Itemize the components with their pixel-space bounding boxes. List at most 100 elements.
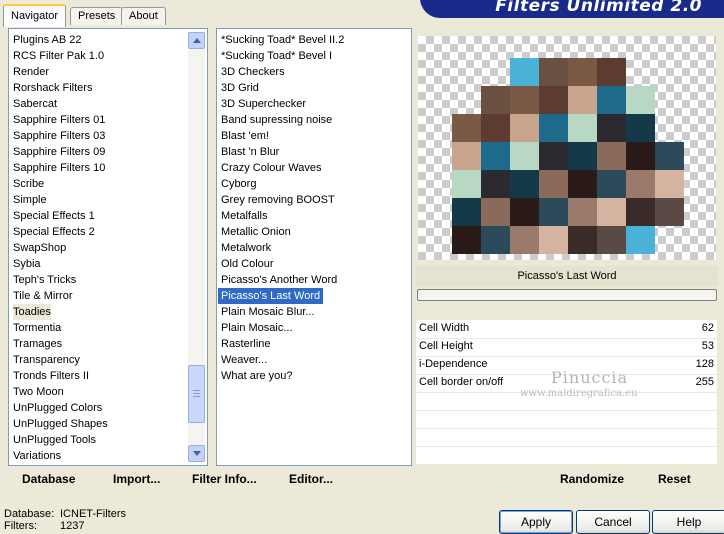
scroll-up-button[interactable]: [188, 32, 205, 49]
filter-item[interactable]: 3D Grid: [221, 80, 259, 96]
parameter-value[interactable]: 255: [696, 376, 714, 388]
status-filters: Filters: 1237: [4, 520, 84, 532]
mosaic-tile: [510, 58, 539, 86]
mosaic-tile: [539, 142, 568, 170]
category-item[interactable]: Simple: [13, 192, 47, 208]
filter-item[interactable]: Plain Mosaic Blur...: [221, 304, 315, 320]
category-item[interactable]: Sapphire Filters 09: [13, 144, 105, 160]
mosaic-tile: [626, 86, 655, 114]
mosaic-tile: [568, 226, 597, 254]
grip-icon: [193, 396, 200, 397]
mosaic-tile: [568, 170, 597, 198]
title-banner: Filters Unlimited 2.0: [420, 0, 724, 18]
category-item[interactable]: Tile & Mirror: [13, 288, 72, 304]
parameter-value[interactable]: 128: [696, 358, 714, 370]
status-database: Database: ICNET-Filters: [4, 508, 126, 520]
randomize-button[interactable]: Randomize: [560, 472, 624, 486]
category-item[interactable]: SwapShop: [13, 240, 66, 256]
mosaic-tile: [597, 142, 626, 170]
filter-item[interactable]: Grey removing BOOST: [221, 192, 335, 208]
scroll-thumb[interactable]: [188, 365, 205, 423]
filter-item[interactable]: Crazy Colour Waves: [221, 160, 321, 176]
mosaic-tile: [597, 114, 626, 142]
mosaic-tile: [481, 198, 510, 226]
help-button[interactable]: Help: [652, 510, 724, 534]
filter-name-label: Picasso's Last Word: [416, 266, 718, 286]
filter-item[interactable]: *Sucking Toad* Bevel II.2: [221, 32, 344, 48]
filter-info-link[interactable]: Filter Info...: [192, 472, 257, 486]
tab-presets[interactable]: Presets: [70, 7, 124, 25]
filter-item[interactable]: Blast 'n Blur: [221, 144, 279, 160]
category-item[interactable]: Sabercat: [13, 96, 57, 112]
filter-list[interactable]: *Sucking Toad* Bevel II.2 *Sucking Toad* …: [216, 28, 412, 466]
status-database-label: Database:: [4, 508, 55, 520]
category-item[interactable]: Tronds Filters II: [13, 368, 89, 384]
category-item[interactable]: Tormentia: [13, 320, 61, 336]
category-item[interactable]: UnPlugged Tools: [13, 432, 96, 448]
filter-item[interactable]: Picasso's Another Word: [221, 272, 337, 288]
category-item[interactable]: RCS Filter Pak 1.0: [13, 48, 104, 64]
filter-item[interactable]: *Sucking Toad* Bevel I: [221, 48, 332, 64]
filter-item[interactable]: 3D Checkers: [221, 64, 285, 80]
category-list[interactable]: Plugins AB 22 RCS Filter Pak 1.0 Render Ror…: [8, 28, 208, 466]
filter-item[interactable]: Cyborg: [221, 176, 256, 192]
category-item[interactable]: Transparency: [13, 352, 80, 368]
mosaic-tile: [539, 86, 568, 114]
category-item[interactable]: Two Moon: [13, 384, 64, 400]
database-link[interactable]: Database: [22, 472, 75, 486]
mosaic-tile: [568, 58, 597, 86]
filter-item[interactable]: Band supressing noise: [221, 112, 332, 128]
parameter-name: i-Dependence: [419, 358, 488, 370]
parameter-name: Cell Height: [419, 340, 473, 352]
tab-navigator[interactable]: Navigator: [3, 4, 67, 27]
category-item[interactable]: Sapphire Filters 01: [13, 112, 105, 128]
category-item[interactable]: Render: [13, 64, 49, 80]
mosaic-tile: [510, 170, 539, 198]
filter-item[interactable]: Old Colour: [221, 256, 274, 272]
filter-item[interactable]: What are you?: [221, 368, 293, 384]
scroll-down-button[interactable]: [188, 445, 205, 462]
category-item[interactable]: Sapphire Filters 10: [13, 160, 105, 176]
filter-item[interactable]: Metallic Onion: [221, 224, 291, 240]
category-item[interactable]: Toadies: [13, 304, 51, 320]
category-scrollbar[interactable]: [188, 32, 205, 462]
category-item[interactable]: Plugins AB 22: [13, 32, 82, 48]
category-item[interactable]: Tramages: [13, 336, 62, 352]
category-item[interactable]: Rorshack Filters: [13, 80, 92, 96]
import-link[interactable]: Import...: [113, 472, 160, 486]
filter-item[interactable]: Weaver...: [221, 352, 267, 368]
category-item[interactable]: UnPlugged Shapes: [13, 416, 108, 432]
mosaic-tile: [539, 58, 568, 86]
tab-about[interactable]: About: [121, 7, 166, 25]
reset-button[interactable]: Reset: [658, 472, 691, 486]
progress-bar: [417, 289, 717, 301]
category-item[interactable]: Scribe: [13, 176, 44, 192]
apply-button[interactable]: Apply: [499, 510, 573, 534]
editor-link[interactable]: Editor...: [289, 472, 333, 486]
mosaic-tile: [510, 226, 539, 254]
mosaic-tile: [568, 114, 597, 142]
category-item[interactable]: Variations: [13, 448, 61, 464]
filter-item[interactable]: Blast 'em!: [221, 128, 269, 144]
filter-item[interactable]: Metalwork: [221, 240, 271, 256]
category-item[interactable]: Sybia: [13, 256, 41, 272]
filter-item[interactable]: 3D Superchecker: [221, 96, 306, 112]
cancel-button[interactable]: Cancel: [576, 510, 650, 534]
mosaic-tile: [626, 114, 655, 142]
mosaic-tile: [655, 142, 684, 170]
parameter-value[interactable]: 53: [702, 340, 714, 352]
mosaic-tile: [539, 226, 568, 254]
mosaic-tile: [481, 114, 510, 142]
parameter-value[interactable]: 62: [702, 322, 714, 334]
category-item[interactable]: Sapphire Filters 03: [13, 128, 105, 144]
filter-item[interactable]: Rasterline: [221, 336, 271, 352]
category-item[interactable]: Special Effects 2: [13, 224, 95, 240]
filter-item[interactable]: Plain Mosaic...: [221, 320, 293, 336]
chevron-up-icon: [193, 38, 201, 43]
category-item[interactable]: Teph's Tricks: [13, 272, 76, 288]
filter-item[interactable]: Picasso's Last Word: [218, 288, 324, 304]
filter-item[interactable]: Metalfalls: [221, 208, 267, 224]
parameter-row: Cell Height 53: [416, 338, 717, 357]
category-item[interactable]: UnPlugged Colors: [13, 400, 102, 416]
category-item[interactable]: Special Effects 1: [13, 208, 95, 224]
